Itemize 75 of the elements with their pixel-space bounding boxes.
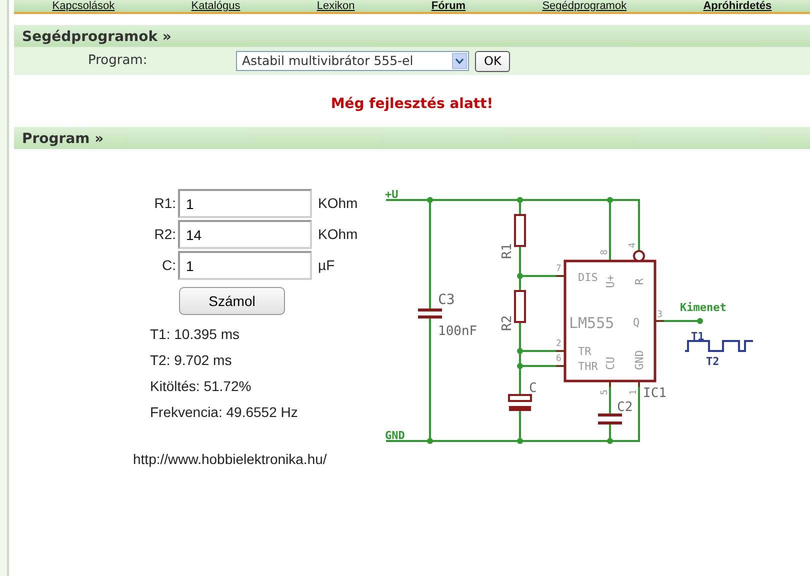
field-label: R2:	[154, 226, 176, 242]
resistor-symbol	[514, 290, 526, 323]
pin-number: 3	[657, 310, 662, 320]
notice-text: Még fejlesztés alatt!	[330, 96, 494, 112]
pin-number: 5	[600, 390, 610, 395]
wave-label: T1	[691, 330, 704, 343]
panel-header: Program »	[14, 127, 810, 149]
nav-link-item[interactable]: Katalógus	[191, 0, 240, 12]
electrolytic-capacitor-symbol	[508, 394, 532, 411]
junction-dot	[517, 197, 523, 203]
net-label: GND	[385, 429, 405, 442]
nav-link-item[interactable]: Kapcsolások	[52, 0, 115, 12]
net-label: +U	[385, 188, 398, 201]
wave-label: T2	[706, 355, 720, 368]
capacitor-symbol	[598, 414, 622, 424]
part-label: C	[529, 381, 537, 396]
pin-number: 2	[556, 339, 562, 349]
program-select[interactable]: Astabil multivibrátor 555-el	[236, 51, 469, 71]
chip-label: THR	[578, 360, 598, 373]
field-label: Program:	[87, 52, 148, 70]
chip-label: DIS	[578, 271, 598, 284]
chip-label: Q	[633, 316, 640, 329]
junction-dot	[517, 363, 523, 369]
nav-link-item[interactable]: Apróhirdetés	[703, 0, 772, 12]
part-label: C2	[617, 400, 633, 415]
chip-label: U+	[604, 274, 617, 288]
part-label: R2	[500, 315, 515, 331]
result-text: T1: 10.395 ms	[150, 326, 240, 342]
pin-number: 4	[628, 242, 638, 248]
input-field[interactable]: 1	[178, 251, 312, 280]
chip-label: GND	[633, 350, 646, 370]
ok-button[interactable]: OK	[475, 50, 510, 72]
chip-label: TR	[578, 345, 592, 358]
pin-number: 7	[556, 264, 562, 274]
junction-dot	[517, 273, 523, 279]
calculate-button[interactable]: Számol	[179, 287, 285, 315]
input-field[interactable]: 1	[178, 189, 312, 218]
unit-label: KOhm	[317, 225, 358, 244]
part-label: IC1	[643, 386, 666, 401]
net-label: Kimenet	[680, 301, 726, 314]
junction-dot	[607, 197, 613, 203]
result-text: T2: 9.702 ms	[150, 352, 232, 368]
nav-link-item[interactable]: Lexikon	[316, 0, 355, 12]
waveform-drawing	[685, 340, 753, 352]
field-label: R1:	[154, 195, 176, 211]
panel-header: Segédprogramok »	[14, 25, 810, 47]
junction-dot	[517, 438, 523, 444]
chip-label: CU	[604, 356, 617, 370]
field-label: C:	[162, 257, 176, 273]
input-field[interactable]: 14	[178, 220, 312, 249]
pin-number: 8	[600, 250, 610, 255]
wire	[656, 320, 700, 322]
part-label: C3	[438, 292, 455, 308]
url-text: http://www.hobbielektronika.hu/	[133, 451, 327, 467]
inverter-circle	[633, 250, 645, 262]
pin-number: 1	[629, 390, 639, 395]
capacitor-symbol	[418, 308, 442, 318]
caret-icon	[452, 53, 467, 69]
nav-link-item[interactable]: Fórum	[431, 0, 466, 12]
junction-dot	[607, 438, 613, 444]
part-label: R1	[500, 243, 515, 259]
unit-label: µF	[317, 256, 335, 275]
part-label: 100nF	[438, 324, 478, 339]
chip-label: R	[633, 278, 646, 285]
nav-link-item[interactable]: Segédprogramok	[542, 0, 627, 12]
pin-number: 6	[556, 354, 562, 364]
resistor-symbol	[514, 214, 526, 247]
junction-dot	[517, 348, 523, 354]
chip-label: LM555	[569, 314, 614, 332]
junction-dot	[427, 197, 433, 203]
junction-dot	[697, 318, 703, 324]
result-text: Frekvencia: 49.6552 Hz	[150, 404, 298, 420]
junction-dot	[427, 438, 433, 444]
unit-label: KOhm	[317, 194, 358, 213]
result-text: Kitöltés: 51.72%	[150, 378, 252, 394]
